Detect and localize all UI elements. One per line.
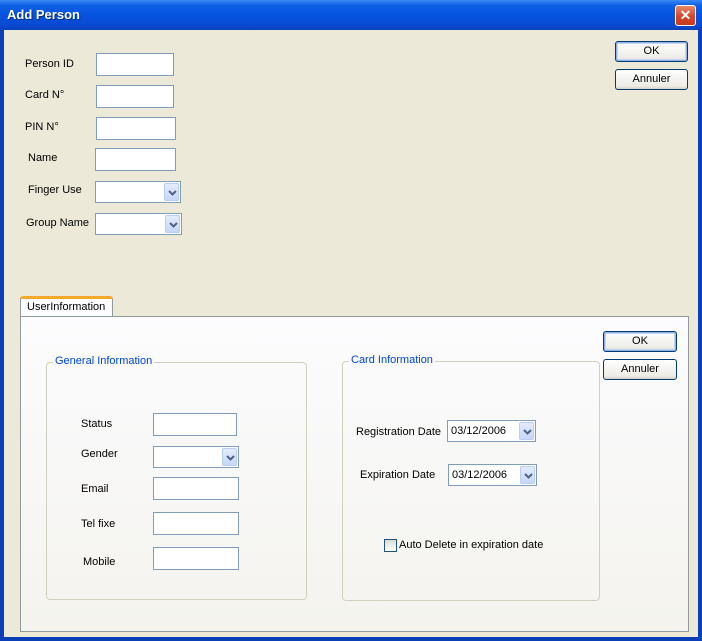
window-title: Add Person bbox=[7, 7, 80, 22]
gender-select[interactable] bbox=[153, 446, 239, 468]
expiration-date-picker[interactable]: 03/12/2006 bbox=[448, 464, 537, 486]
pin-no-input[interactable] bbox=[96, 117, 176, 140]
group-name-select[interactable] bbox=[95, 213, 182, 235]
status-input[interactable] bbox=[153, 413, 237, 436]
title-bar[interactable]: Add Person ✕ bbox=[0, 0, 702, 30]
group-name-label: Group Name bbox=[26, 217, 89, 229]
mobile-label: Mobile bbox=[83, 556, 116, 568]
gender-label: Gender bbox=[81, 448, 118, 460]
dialog-body: Person ID Card N° PIN N° Name Finger Use… bbox=[4, 30, 698, 637]
general-information-legend: General Information bbox=[53, 355, 155, 367]
tab-label: UserInformation bbox=[27, 301, 106, 313]
person-id-input[interactable] bbox=[96, 53, 174, 76]
tab-panel: OK Annuler General Information Status Ge… bbox=[20, 316, 689, 632]
cancel-button[interactable]: Annuler bbox=[615, 69, 688, 90]
email-input[interactable] bbox=[153, 477, 239, 500]
registration-date-value: 03/12/2006 bbox=[451, 425, 507, 437]
panel-ok-button[interactable]: OK bbox=[603, 331, 677, 352]
registration-date-picker[interactable]: 03/12/2006 bbox=[447, 420, 536, 442]
status-label: Status bbox=[81, 418, 113, 430]
chevron-down-icon[interactable] bbox=[519, 422, 534, 440]
panel-cancel-button[interactable]: Annuler bbox=[603, 359, 677, 380]
auto-delete-checkbox[interactable] bbox=[384, 539, 397, 552]
tel-fixe-input[interactable] bbox=[153, 512, 239, 535]
chevron-down-icon[interactable] bbox=[520, 466, 535, 484]
add-person-window: Add Person ✕ Person ID Card N° PIN N° Na… bbox=[0, 0, 702, 641]
email-label: Email bbox=[81, 483, 109, 495]
card-information-legend: Card Information bbox=[349, 354, 435, 366]
ok-button[interactable]: OK bbox=[615, 41, 688, 62]
close-button[interactable]: ✕ bbox=[675, 5, 696, 26]
name-input[interactable] bbox=[95, 148, 176, 171]
auto-delete-label[interactable]: Auto Delete in expiration date bbox=[399, 539, 543, 551]
card-no-label: Card N° bbox=[25, 89, 65, 101]
finger-use-select[interactable] bbox=[95, 181, 181, 203]
finger-use-label: Finger Use bbox=[28, 184, 82, 196]
name-label: Name bbox=[28, 152, 58, 164]
expiration-date-value: 03/12/2006 bbox=[452, 469, 508, 481]
registration-date-label: Registration Date bbox=[356, 426, 441, 438]
person-id-label: Person ID bbox=[25, 58, 74, 70]
pin-no-label: PIN N° bbox=[25, 121, 59, 133]
chevron-down-icon[interactable] bbox=[164, 183, 179, 201]
general-information-group: General Information Status Gender Email … bbox=[46, 355, 307, 600]
card-information-group: Card Information Registration Date 03/12… bbox=[342, 354, 600, 601]
tel-fixe-label: Tel fixe bbox=[81, 518, 116, 530]
close-icon: ✕ bbox=[679, 7, 692, 23]
card-no-input[interactable] bbox=[96, 85, 174, 108]
chevron-down-icon[interactable] bbox=[165, 215, 180, 233]
expiration-date-label: Expiration Date bbox=[360, 469, 436, 481]
chevron-down-icon[interactable] bbox=[222, 448, 237, 466]
mobile-input[interactable] bbox=[153, 547, 239, 570]
tab-user-information[interactable]: UserInformation bbox=[20, 296, 113, 318]
